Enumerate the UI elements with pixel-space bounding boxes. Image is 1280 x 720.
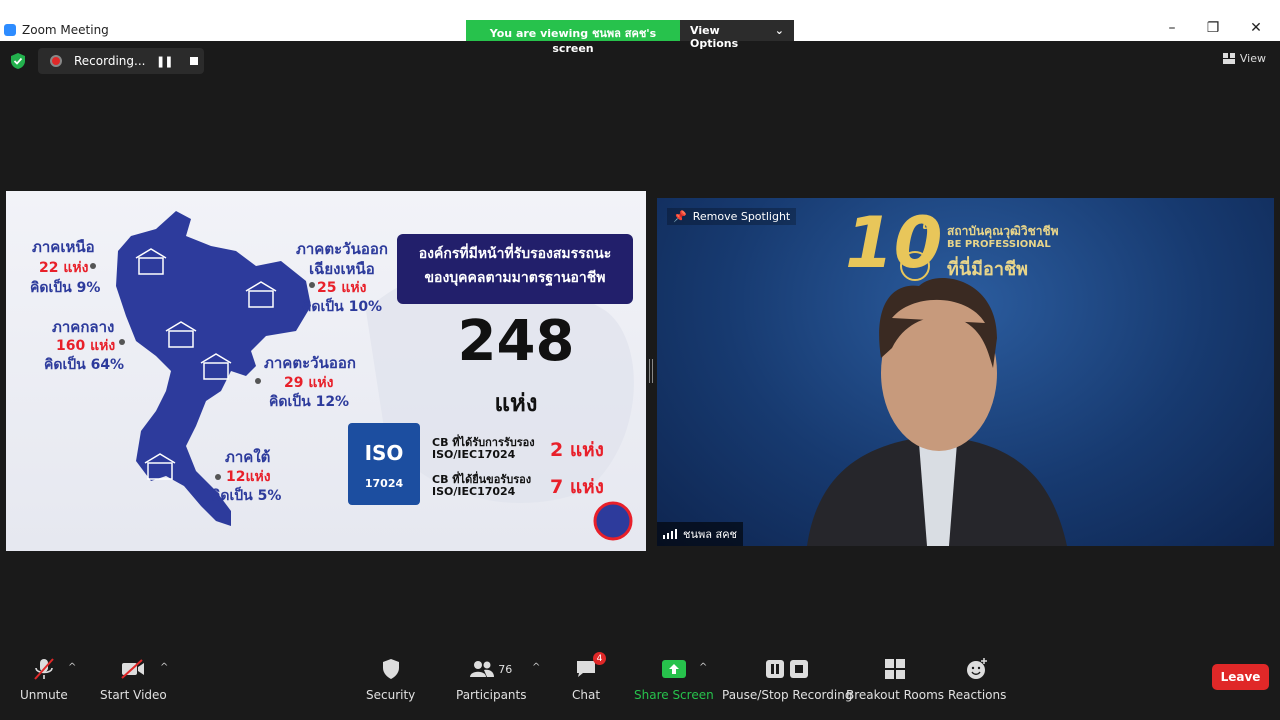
chat-badge: 4 bbox=[593, 652, 607, 665]
remove-spotlight-button[interactable]: 📌 Remove Spotlight bbox=[667, 208, 797, 225]
reactions-icon bbox=[967, 658, 988, 679]
share-screen-icon bbox=[661, 660, 686, 678]
close-button[interactable]: ✕ bbox=[1236, 20, 1276, 36]
breakout-rooms-icon bbox=[885, 659, 906, 679]
leave-button[interactable]: Leave bbox=[1212, 664, 1269, 690]
pin-icon: 📌 bbox=[673, 210, 687, 223]
meeting-toolbar: Unmute ^ Start Video ^ Security 76 Parti… bbox=[0, 646, 1280, 720]
pause-stop-label: Pause/Stop Recording bbox=[722, 688, 853, 702]
region-north-percent: คิดเป็น 9% bbox=[30, 280, 101, 296]
participants-options-chevron-icon[interactable]: ^ bbox=[532, 662, 540, 673]
title-bar: Zoom Meeting You are viewing ชนพล สคช's … bbox=[0, 0, 1280, 55]
pause-stop-recording-button[interactable]: Pause/Stop Recording bbox=[722, 656, 852, 702]
recording-status: Recording... bbox=[74, 54, 146, 68]
unmute-button[interactable]: Unmute bbox=[20, 656, 68, 702]
participant-name-tag: ชนพล สคช bbox=[657, 522, 744, 546]
video-options-chevron-icon[interactable]: ^ bbox=[160, 662, 168, 673]
security-label: Security bbox=[366, 688, 416, 702]
chat-button[interactable]: 4 Chat bbox=[572, 652, 607, 702]
reactions-label: Reactions bbox=[948, 688, 1007, 702]
cb-applied-line2: ISO/IEC17024 bbox=[432, 485, 516, 498]
window-title: Zoom Meeting bbox=[22, 23, 109, 37]
participants-count: 76 bbox=[498, 662, 513, 676]
grid-view-icon bbox=[1222, 53, 1235, 64]
pause-icon bbox=[766, 660, 785, 678]
security-button[interactable]: Security bbox=[366, 656, 415, 702]
remove-spotlight-label: Remove Spotlight bbox=[692, 210, 791, 223]
participants-label: Participants bbox=[456, 688, 527, 702]
minimize-button[interactable]: – bbox=[1152, 20, 1192, 36]
unmute-label: Unmute bbox=[20, 688, 68, 702]
region-north-count: 22 แห่ง bbox=[39, 260, 89, 276]
shared-screen-slide: ภาคเหนือ 22 แห่ง คิดเป็น 9% ภาคตะวันออก … bbox=[6, 191, 646, 551]
pause-recording-icon[interactable]: ❚❚ bbox=[156, 55, 173, 68]
recording-indicator: Recording... ❚❚ bbox=[38, 48, 204, 74]
share-options-chevron-icon[interactable]: ^ bbox=[699, 662, 707, 673]
iso-number: 17024 bbox=[364, 477, 404, 490]
resize-handle[interactable] bbox=[649, 359, 653, 383]
iso-logo-text: ISO bbox=[364, 441, 404, 465]
region-east-percent: คิดเป็น 12% bbox=[269, 394, 350, 410]
maximize-button[interactable]: ❐ bbox=[1193, 20, 1233, 36]
start-video-button[interactable]: Start Video bbox=[100, 656, 167, 702]
cb-certified-count: 2 แห่ง bbox=[550, 439, 604, 461]
stop-icon bbox=[790, 660, 809, 678]
chevron-down-icon: ⌄ bbox=[774, 24, 784, 37]
breakout-rooms-button[interactable]: Breakout Rooms bbox=[846, 656, 944, 702]
audio-options-chevron-icon[interactable]: ^ bbox=[68, 662, 76, 673]
breakout-rooms-label: Breakout Rooms bbox=[846, 688, 945, 702]
view-options-label: View Options bbox=[690, 24, 739, 50]
view-button[interactable]: View bbox=[1222, 52, 1266, 65]
region-north-name: ภาคเหนือ bbox=[32, 238, 95, 256]
cb-certified-line2: ISO/IEC17024 bbox=[432, 448, 516, 461]
stop-recording-icon[interactable] bbox=[190, 57, 199, 65]
presenter-figure bbox=[807, 251, 1067, 546]
participants-button[interactable]: 76 Participants bbox=[456, 656, 527, 702]
start-video-label: Start Video bbox=[100, 688, 167, 702]
total-unit: แห่ง bbox=[494, 389, 538, 417]
zoom-logo-icon bbox=[4, 24, 16, 36]
chat-label: Chat bbox=[572, 688, 601, 702]
region-northeast-percent: คิดเป็น 10% bbox=[302, 299, 383, 315]
participant-video[interactable]: 10 th สถาบันคุณวุฒิวิชาชีพ BE PROFESSION… bbox=[657, 198, 1274, 546]
region-central-percent: คิดเป็น 64% bbox=[44, 357, 125, 373]
participant-name: ชนพล สคช bbox=[683, 528, 738, 541]
slide-heading-line1: องค์กรที่มีหน้าที่รับรองสมรรถนะ bbox=[418, 246, 612, 262]
cb-applied-count: 7 แห่ง bbox=[550, 476, 604, 498]
recording-dot-icon bbox=[50, 55, 62, 67]
view-options-button[interactable]: View Options ⌄ bbox=[680, 20, 794, 50]
muted-mic-icon bbox=[34, 658, 54, 680]
video-off-icon bbox=[121, 659, 145, 679]
share-screen-label: Share Screen bbox=[634, 688, 714, 702]
slide-heading-line2: ของบุคคลตามมาตรฐานอาชีพ bbox=[424, 270, 606, 286]
total-number: 248 bbox=[457, 309, 575, 374]
participants-icon bbox=[470, 661, 495, 677]
encryption-shield-icon[interactable] bbox=[10, 52, 26, 70]
signal-strength-icon bbox=[663, 529, 677, 539]
share-banner: You are viewing ชนพล สคช's screen View O… bbox=[466, 20, 794, 55]
view-label: View bbox=[1239, 52, 1266, 65]
viewing-screen-label: You are viewing ชนพล สคช's screen bbox=[466, 20, 680, 55]
reactions-button[interactable]: Reactions bbox=[948, 656, 1006, 702]
security-shield-icon bbox=[382, 659, 399, 679]
region-south-percent: คิดเป็น 5% bbox=[211, 488, 282, 504]
